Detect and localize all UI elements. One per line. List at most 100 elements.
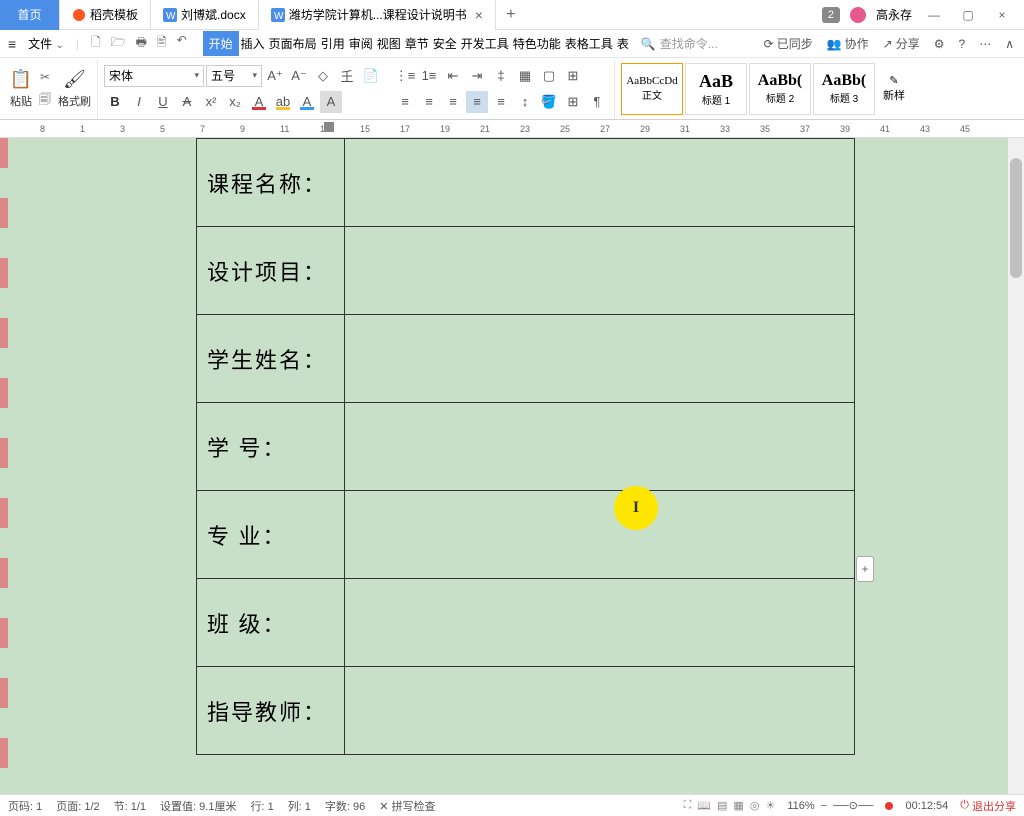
tab-doc1[interactable]: W刘博斌.docx (151, 0, 259, 30)
ribbon-tab-view[interactable]: 视图 (375, 31, 403, 56)
tab-template[interactable]: 稻壳模板 (60, 0, 151, 30)
form-value[interactable] (345, 227, 855, 315)
decrease-indent-button[interactable]: ⇤ (442, 65, 464, 87)
minimize-button[interactable]: — (922, 3, 946, 27)
form-label[interactable]: 班 级： (197, 579, 345, 667)
vertical-scrollbar[interactable] (1008, 138, 1024, 794)
form-value[interactable] (345, 403, 855, 491)
ribbon-tab-insert[interactable]: 插入 (239, 31, 267, 56)
document-area[interactable]: 课程名称：设计项目：学生姓名：学 号：专 业：班 级：指导教师： + + ⤡ (0, 138, 1024, 794)
print-preview-icon[interactable]: 🖹 (157, 33, 167, 54)
form-label[interactable]: 设计项目： (197, 227, 345, 315)
web-layout-icon[interactable]: ▦ (733, 799, 743, 812)
eye-protect-icon[interactable]: ☀ (765, 799, 775, 812)
settings-icon[interactable]: ⚙ (934, 37, 945, 51)
more-icon[interactable]: ⋯ (979, 37, 991, 51)
maximize-button[interactable]: ▢ (956, 3, 980, 27)
ruler[interactable]: 8135791113151719212325272931333537394143… (0, 120, 1024, 138)
strike-button[interactable]: A (176, 91, 198, 113)
style-heading1[interactable]: AaB标题 1 (685, 63, 747, 115)
collapse-ribbon-icon[interactable]: ∧ (1005, 37, 1014, 51)
undo-icon[interactable]: ↶ (177, 33, 187, 54)
ribbon-tab-start[interactable]: 开始 (203, 31, 239, 56)
table-row[interactable]: 班 级： (197, 579, 855, 667)
bullets-button[interactable]: ⋮≡ (394, 65, 416, 87)
fill-button[interactable]: 🪣 (538, 91, 560, 113)
underline-button[interactable]: U (152, 91, 174, 113)
form-value[interactable] (345, 667, 855, 755)
ribbon-tab-dev[interactable]: 开发工具 (459, 31, 511, 56)
form-value[interactable] (345, 315, 855, 403)
font-combo[interactable]: 宋体▾ (104, 65, 204, 87)
form-value[interactable] (345, 579, 855, 667)
print-icon[interactable]: 🖶 (136, 33, 147, 54)
outline-icon[interactable]: ◎ (750, 799, 760, 812)
numbering-button[interactable]: 1≡ (418, 65, 440, 87)
close-icon[interactable]: × (475, 7, 483, 23)
table-row[interactable]: 设计项目： (197, 227, 855, 315)
grow-font-button[interactable]: A⁺ (264, 65, 286, 87)
borders-button[interactable]: ▢ (538, 65, 560, 87)
table-row[interactable]: 课程名称： (197, 139, 855, 227)
copy-button[interactable]: 🗐 (36, 92, 54, 110)
subscript-button[interactable]: x₂ (224, 91, 246, 113)
align-justify-button[interactable]: ≡ (466, 91, 488, 113)
open-icon[interactable]: 🗁 (111, 33, 126, 54)
close-button[interactable]: × (990, 3, 1014, 27)
ribbon-tab-table[interactable]: 表格工具 (563, 31, 615, 56)
form-value[interactable] (345, 491, 855, 579)
table-row[interactable]: 学 号： (197, 403, 855, 491)
highlight-button[interactable]: ab (272, 91, 294, 113)
paste-button[interactable]: 📋粘贴 (10, 69, 32, 109)
ribbon-tab-layout[interactable]: 页面布局 (267, 31, 319, 56)
char-border-button[interactable]: 📄 (360, 65, 382, 87)
border-dropdown[interactable]: ⊞ (562, 91, 584, 113)
ribbon-tab-reference[interactable]: 引用 (319, 31, 347, 56)
phonetic-button[interactable]: 𡈼 (336, 65, 358, 87)
status-words[interactable]: 字数: 96 (325, 798, 365, 814)
help-icon[interactable]: ? (959, 37, 966, 51)
new-style-button[interactable]: ✎新样 (883, 74, 905, 103)
line-spacing-button[interactable]: ‡ (490, 65, 512, 87)
style-heading3[interactable]: AaBb(标题 3 (813, 63, 875, 115)
superscript-button[interactable]: x² (200, 91, 222, 113)
align-center-button[interactable]: ≡ (418, 91, 440, 113)
collab-button[interactable]: 👥协作 (827, 35, 869, 52)
shrink-font-button[interactable]: A⁻ (288, 65, 310, 87)
share-button[interactable]: ↗分享 (883, 35, 920, 52)
new-icon[interactable]: 🗋 (91, 33, 101, 54)
bold-button[interactable]: B (104, 91, 126, 113)
file-menu[interactable]: 文件 ⌄ (22, 33, 70, 54)
align-left-button[interactable]: ≡ (394, 91, 416, 113)
text-effect-button[interactable]: A (296, 91, 318, 113)
form-table[interactable]: 课程名称：设计项目：学生姓名：学 号：专 业：班 级：指导教师： (196, 138, 855, 755)
status-pages[interactable]: 页面: 1/2 (56, 798, 99, 814)
sort-button[interactable]: ↕ (514, 91, 536, 113)
read-view-icon[interactable]: 📖 (697, 799, 711, 812)
ribbon-tab-section[interactable]: 章节 (403, 31, 431, 56)
command-search[interactable]: 🔍 查找命令... (641, 35, 718, 52)
hamburger-icon[interactable]: ≡ (8, 36, 16, 52)
char-shading-button[interactable]: A (320, 91, 342, 113)
zoom-out-button[interactable]: − (821, 800, 827, 812)
style-normal[interactable]: AaBbCcDd正文 (621, 63, 683, 115)
align-right-button[interactable]: ≡ (442, 91, 464, 113)
form-label[interactable]: 指导教师： (197, 667, 345, 755)
table-row[interactable]: 学生姓名： (197, 315, 855, 403)
print-layout-icon[interactable]: ▤ (717, 799, 727, 812)
status-spell[interactable]: ✕ 拼写检查 (379, 798, 435, 814)
ribbon-tab-special[interactable]: 特色功能 (511, 31, 563, 56)
ribbon-tab-review[interactable]: 审阅 (347, 31, 375, 56)
tab-home[interactable]: 首页 (0, 0, 60, 30)
ribbon-tab-security[interactable]: 安全 (431, 31, 459, 56)
form-value[interactable] (345, 139, 855, 227)
increase-indent-button[interactable]: ⇥ (466, 65, 488, 87)
shading-button[interactable]: ▦ (514, 65, 536, 87)
avatar[interactable] (850, 7, 866, 23)
style-heading2[interactable]: AaBb(标题 2 (749, 63, 811, 115)
table-row[interactable]: 指导教师： (197, 667, 855, 755)
window-count-badge[interactable]: 2 (822, 7, 840, 23)
clear-format-button[interactable]: ◇ (312, 65, 334, 87)
ribbon-tab-table2[interactable]: 表 (615, 31, 631, 56)
zoom-value[interactable]: 116% (787, 800, 814, 812)
